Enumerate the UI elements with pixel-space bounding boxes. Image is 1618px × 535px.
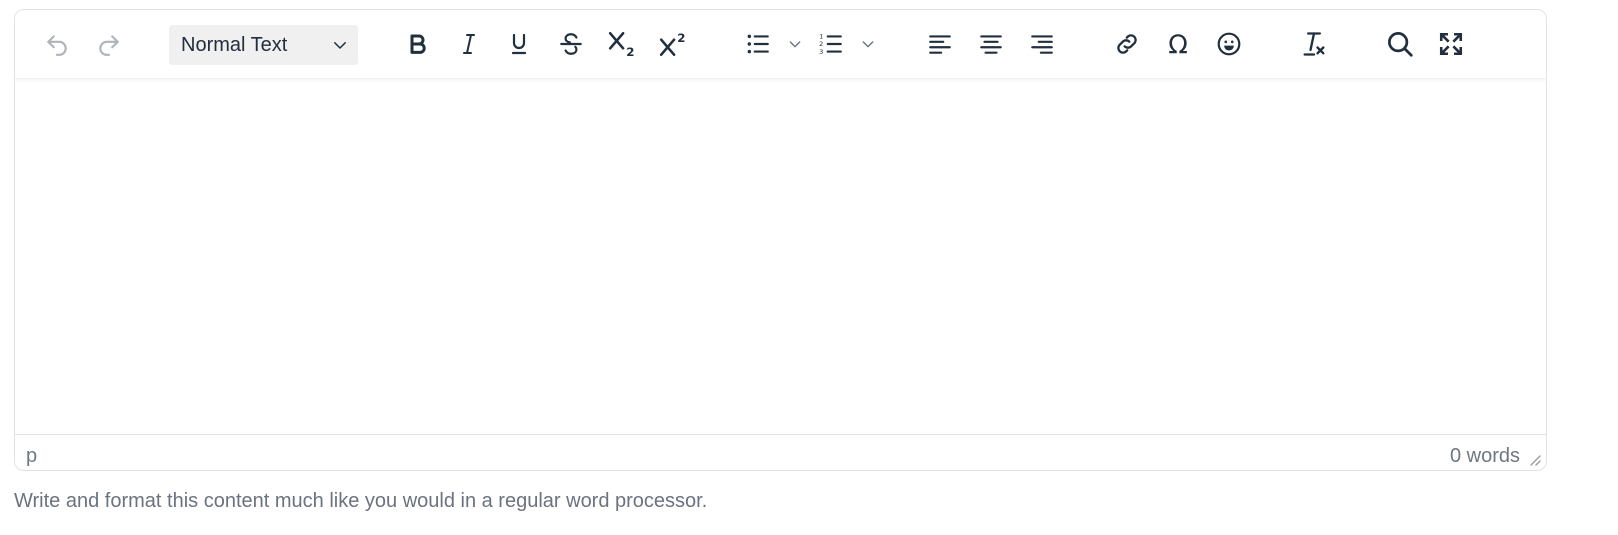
editor-toolbar: Normal Text 2 2 1 2 3 Ω [15,10,1546,78]
block-format-value: Normal Text [181,33,288,56]
bullet-list-button[interactable] [741,27,775,61]
special-character-button[interactable]: Ω [1161,27,1195,61]
search-icon [1388,32,1413,57]
underline-icon [511,33,527,55]
undo-icon [47,35,67,56]
chevron-down-icon [789,41,801,48]
align-left-icon [929,35,951,54]
numbered-list-button[interactable]: 1 2 3 [814,27,848,61]
subscript-icon: 2 [608,32,634,58]
subscript-button[interactable]: 2 [605,27,639,61]
redo-icon [99,35,119,56]
superscript-icon: 2 [659,31,685,56]
italic-button[interactable] [452,27,486,61]
help-text: Write and format this content much like … [14,490,708,512]
numbered-list-options-button[interactable] [858,27,878,61]
clear-formatting-button[interactable] [1297,27,1331,61]
element-path[interactable]: p [26,445,37,468]
link-button[interactable] [1110,27,1144,61]
redo-button[interactable] [92,27,126,61]
strikethrough-icon [560,33,582,55]
emoji-button[interactable] [1212,27,1246,61]
block-format-select[interactable]: Normal Text [169,25,358,65]
strikethrough-button[interactable] [554,27,588,61]
superscript-button[interactable]: 2 [656,27,690,61]
align-right-icon [1031,35,1053,54]
undo-button[interactable] [40,27,74,61]
bold-icon [410,34,426,54]
chevron-down-icon [334,42,346,49]
svg-text:Ω: Ω [1168,30,1188,58]
special-character-icon: Ω [1168,30,1188,58]
editor-statusbar: p 0 words [15,434,1546,470]
bullet-list-options-button[interactable] [785,27,805,61]
bullet-list-icon [747,34,769,54]
link-icon [1117,34,1137,54]
align-left-button[interactable] [923,27,957,61]
word-count[interactable]: 0 words [1450,445,1520,468]
italic-icon [463,34,475,54]
underline-button[interactable] [502,27,536,61]
clear-formatting-icon [1303,32,1325,56]
svg-text:3: 3 [819,48,823,56]
svg-text:2: 2 [677,31,685,45]
align-center-icon [980,35,1002,54]
align-center-button[interactable] [974,27,1008,61]
svg-text:2: 2 [626,45,634,58]
chevron-down-icon [862,41,874,48]
fullscreen-icon [1439,32,1463,56]
bold-button[interactable] [401,27,435,61]
editor-content-area[interactable] [15,78,1546,438]
numbered-list-icon: 1 2 3 [819,33,842,56]
resize-handle-icon[interactable] [1528,453,1542,467]
search-button[interactable] [1383,27,1417,61]
rich-text-editor: Normal Text 2 2 1 2 3 Ω p 0 words [14,9,1547,471]
emoji-icon [1217,32,1241,56]
fullscreen-button[interactable] [1434,27,1468,61]
align-right-button[interactable] [1025,27,1059,61]
